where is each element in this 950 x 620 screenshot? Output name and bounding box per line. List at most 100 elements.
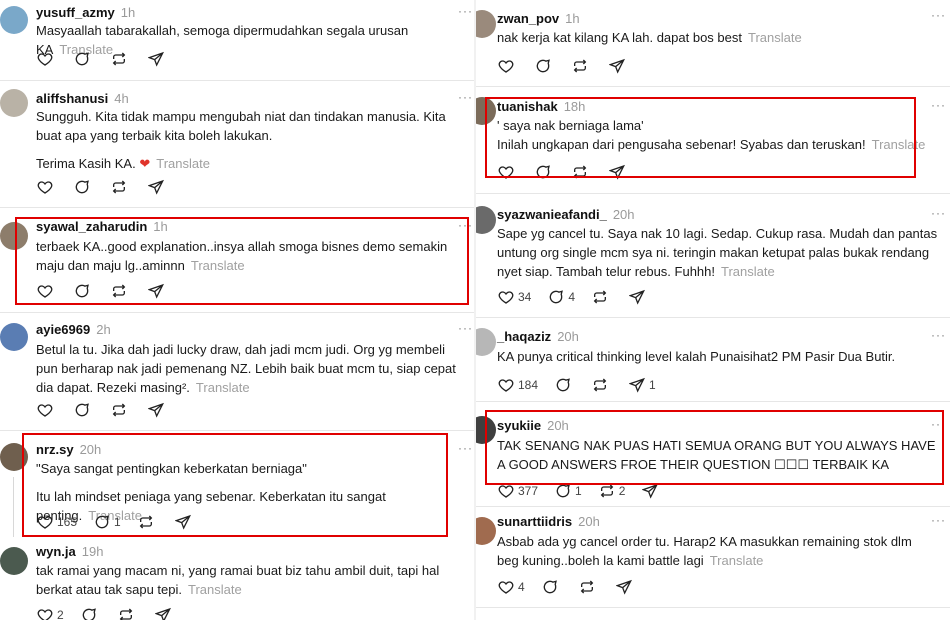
repost-button[interactable] <box>579 579 599 595</box>
like-button[interactable]: 34 <box>498 289 531 305</box>
share-button[interactable] <box>148 179 168 195</box>
more-icon[interactable]: ··· <box>931 514 946 526</box>
like-button[interactable] <box>37 179 57 195</box>
avatar[interactable] <box>0 443 28 471</box>
username[interactable]: tuanishak 18h <box>497 99 585 114</box>
reply-button[interactable] <box>74 283 94 299</box>
username[interactable]: nrz.sy 20h <box>36 442 101 457</box>
reply-button[interactable]: 4 <box>548 289 575 305</box>
like-button[interactable]: 377 <box>498 483 538 499</box>
more-icon[interactable]: ··· <box>458 5 473 17</box>
share-button[interactable] <box>148 51 168 67</box>
more-icon[interactable]: ··· <box>931 329 946 341</box>
share-button[interactable] <box>174 514 195 530</box>
like-button[interactable] <box>498 164 518 180</box>
repost-button[interactable] <box>138 514 158 530</box>
like-button[interactable]: 165 <box>37 514 77 530</box>
username[interactable]: zwan_pov 1h <box>497 11 580 26</box>
username-text[interactable]: nrz.sy <box>36 442 74 457</box>
share-button[interactable] <box>148 283 168 299</box>
translate-link[interactable]: Translate <box>196 380 250 395</box>
username[interactable]: wyn.ja 19h <box>36 544 103 559</box>
avatar[interactable] <box>476 517 496 545</box>
username-text[interactable]: ayie6969 <box>36 322 90 337</box>
share-button[interactable] <box>148 402 168 418</box>
avatar[interactable] <box>476 328 496 356</box>
username[interactable]: _haqaziz 20h <box>497 329 579 344</box>
repost-button[interactable]: 2 <box>599 483 625 499</box>
username[interactable]: syukiie 20h <box>497 418 569 433</box>
more-icon[interactable]: ··· <box>458 219 473 231</box>
like-button[interactable]: 4 <box>498 579 525 595</box>
share-button[interactable] <box>609 164 629 180</box>
username[interactable]: aliffshanusi 4h <box>36 91 129 106</box>
repost-button[interactable] <box>111 283 131 299</box>
like-button[interactable]: 2 <box>37 607 64 620</box>
avatar[interactable] <box>476 97 496 125</box>
repost-button[interactable] <box>118 607 138 620</box>
username[interactable]: ayie6969 2h <box>36 322 111 337</box>
like-button[interactable] <box>37 51 57 67</box>
repost-button[interactable] <box>592 377 612 393</box>
more-icon[interactable]: ··· <box>931 207 946 219</box>
username-text[interactable]: yusuff_azmy <box>36 5 115 20</box>
avatar[interactable] <box>476 10 496 38</box>
reply-button[interactable] <box>535 58 555 74</box>
avatar[interactable] <box>0 323 28 351</box>
translate-link[interactable]: Translate <box>721 264 775 279</box>
username-text[interactable]: tuanishak <box>497 99 558 114</box>
repost-button[interactable] <box>572 164 592 180</box>
translate-link[interactable]: Translate <box>188 582 242 597</box>
username-text[interactable]: syawal_zaharudin <box>36 219 147 234</box>
username-text[interactable]: syukiie <box>497 418 541 433</box>
avatar[interactable] <box>0 222 28 250</box>
share-button[interactable] <box>609 58 629 74</box>
translate-link[interactable]: Translate <box>156 156 210 171</box>
username-text[interactable]: _haqaziz <box>497 329 551 344</box>
share-button[interactable] <box>615 579 636 595</box>
username[interactable]: sunarttiidris 20h <box>497 514 600 529</box>
avatar[interactable] <box>476 416 496 444</box>
reply-button[interactable]: 1 <box>94 514 121 530</box>
avatar[interactable] <box>0 6 28 34</box>
reply-button[interactable] <box>74 51 94 67</box>
repost-button[interactable] <box>592 289 612 305</box>
avatar[interactable] <box>476 206 496 234</box>
username-text[interactable]: zwan_pov <box>497 11 559 26</box>
more-icon[interactable]: ··· <box>931 418 946 430</box>
share-button[interactable] <box>642 483 662 499</box>
like-button[interactable] <box>37 283 57 299</box>
reply-button[interactable] <box>74 402 94 418</box>
translate-link[interactable]: Translate <box>872 137 926 152</box>
reply-button[interactable] <box>542 579 562 595</box>
username-text[interactable]: syazwanieafandi_ <box>497 207 607 222</box>
username[interactable]: yusuff_azmy 1h <box>36 5 135 20</box>
like-button[interactable] <box>37 402 57 418</box>
share-button[interactable]: 1 <box>629 377 656 393</box>
reply-button[interactable]: 1 <box>555 483 582 499</box>
like-button[interactable]: 184 <box>498 377 538 393</box>
share-button[interactable] <box>154 607 175 620</box>
avatar[interactable] <box>0 89 28 117</box>
username-text[interactable]: sunarttiidris <box>497 514 572 529</box>
like-button[interactable] <box>498 58 518 74</box>
translate-link[interactable]: Translate <box>191 258 245 273</box>
repost-button[interactable] <box>111 402 131 418</box>
reply-button[interactable] <box>81 607 101 620</box>
reply-button[interactable] <box>74 179 94 195</box>
username-text[interactable]: wyn.ja <box>36 544 76 559</box>
repost-button[interactable] <box>111 179 131 195</box>
share-button[interactable] <box>629 289 649 305</box>
avatar[interactable] <box>0 547 28 575</box>
repost-button[interactable] <box>572 58 592 74</box>
username[interactable]: syawal_zaharudin 1h <box>36 219 168 234</box>
reply-button[interactable] <box>555 377 575 393</box>
translate-link[interactable]: Translate <box>748 30 802 45</box>
username[interactable]: syazwanieafandi_ 20h <box>497 207 635 222</box>
translate-link[interactable]: Translate <box>710 553 764 568</box>
more-icon[interactable]: ··· <box>458 442 473 454</box>
more-icon[interactable]: ··· <box>458 322 473 334</box>
more-icon[interactable]: ··· <box>931 9 946 21</box>
more-icon[interactable]: ··· <box>931 99 946 111</box>
username-text[interactable]: aliffshanusi <box>36 91 108 106</box>
